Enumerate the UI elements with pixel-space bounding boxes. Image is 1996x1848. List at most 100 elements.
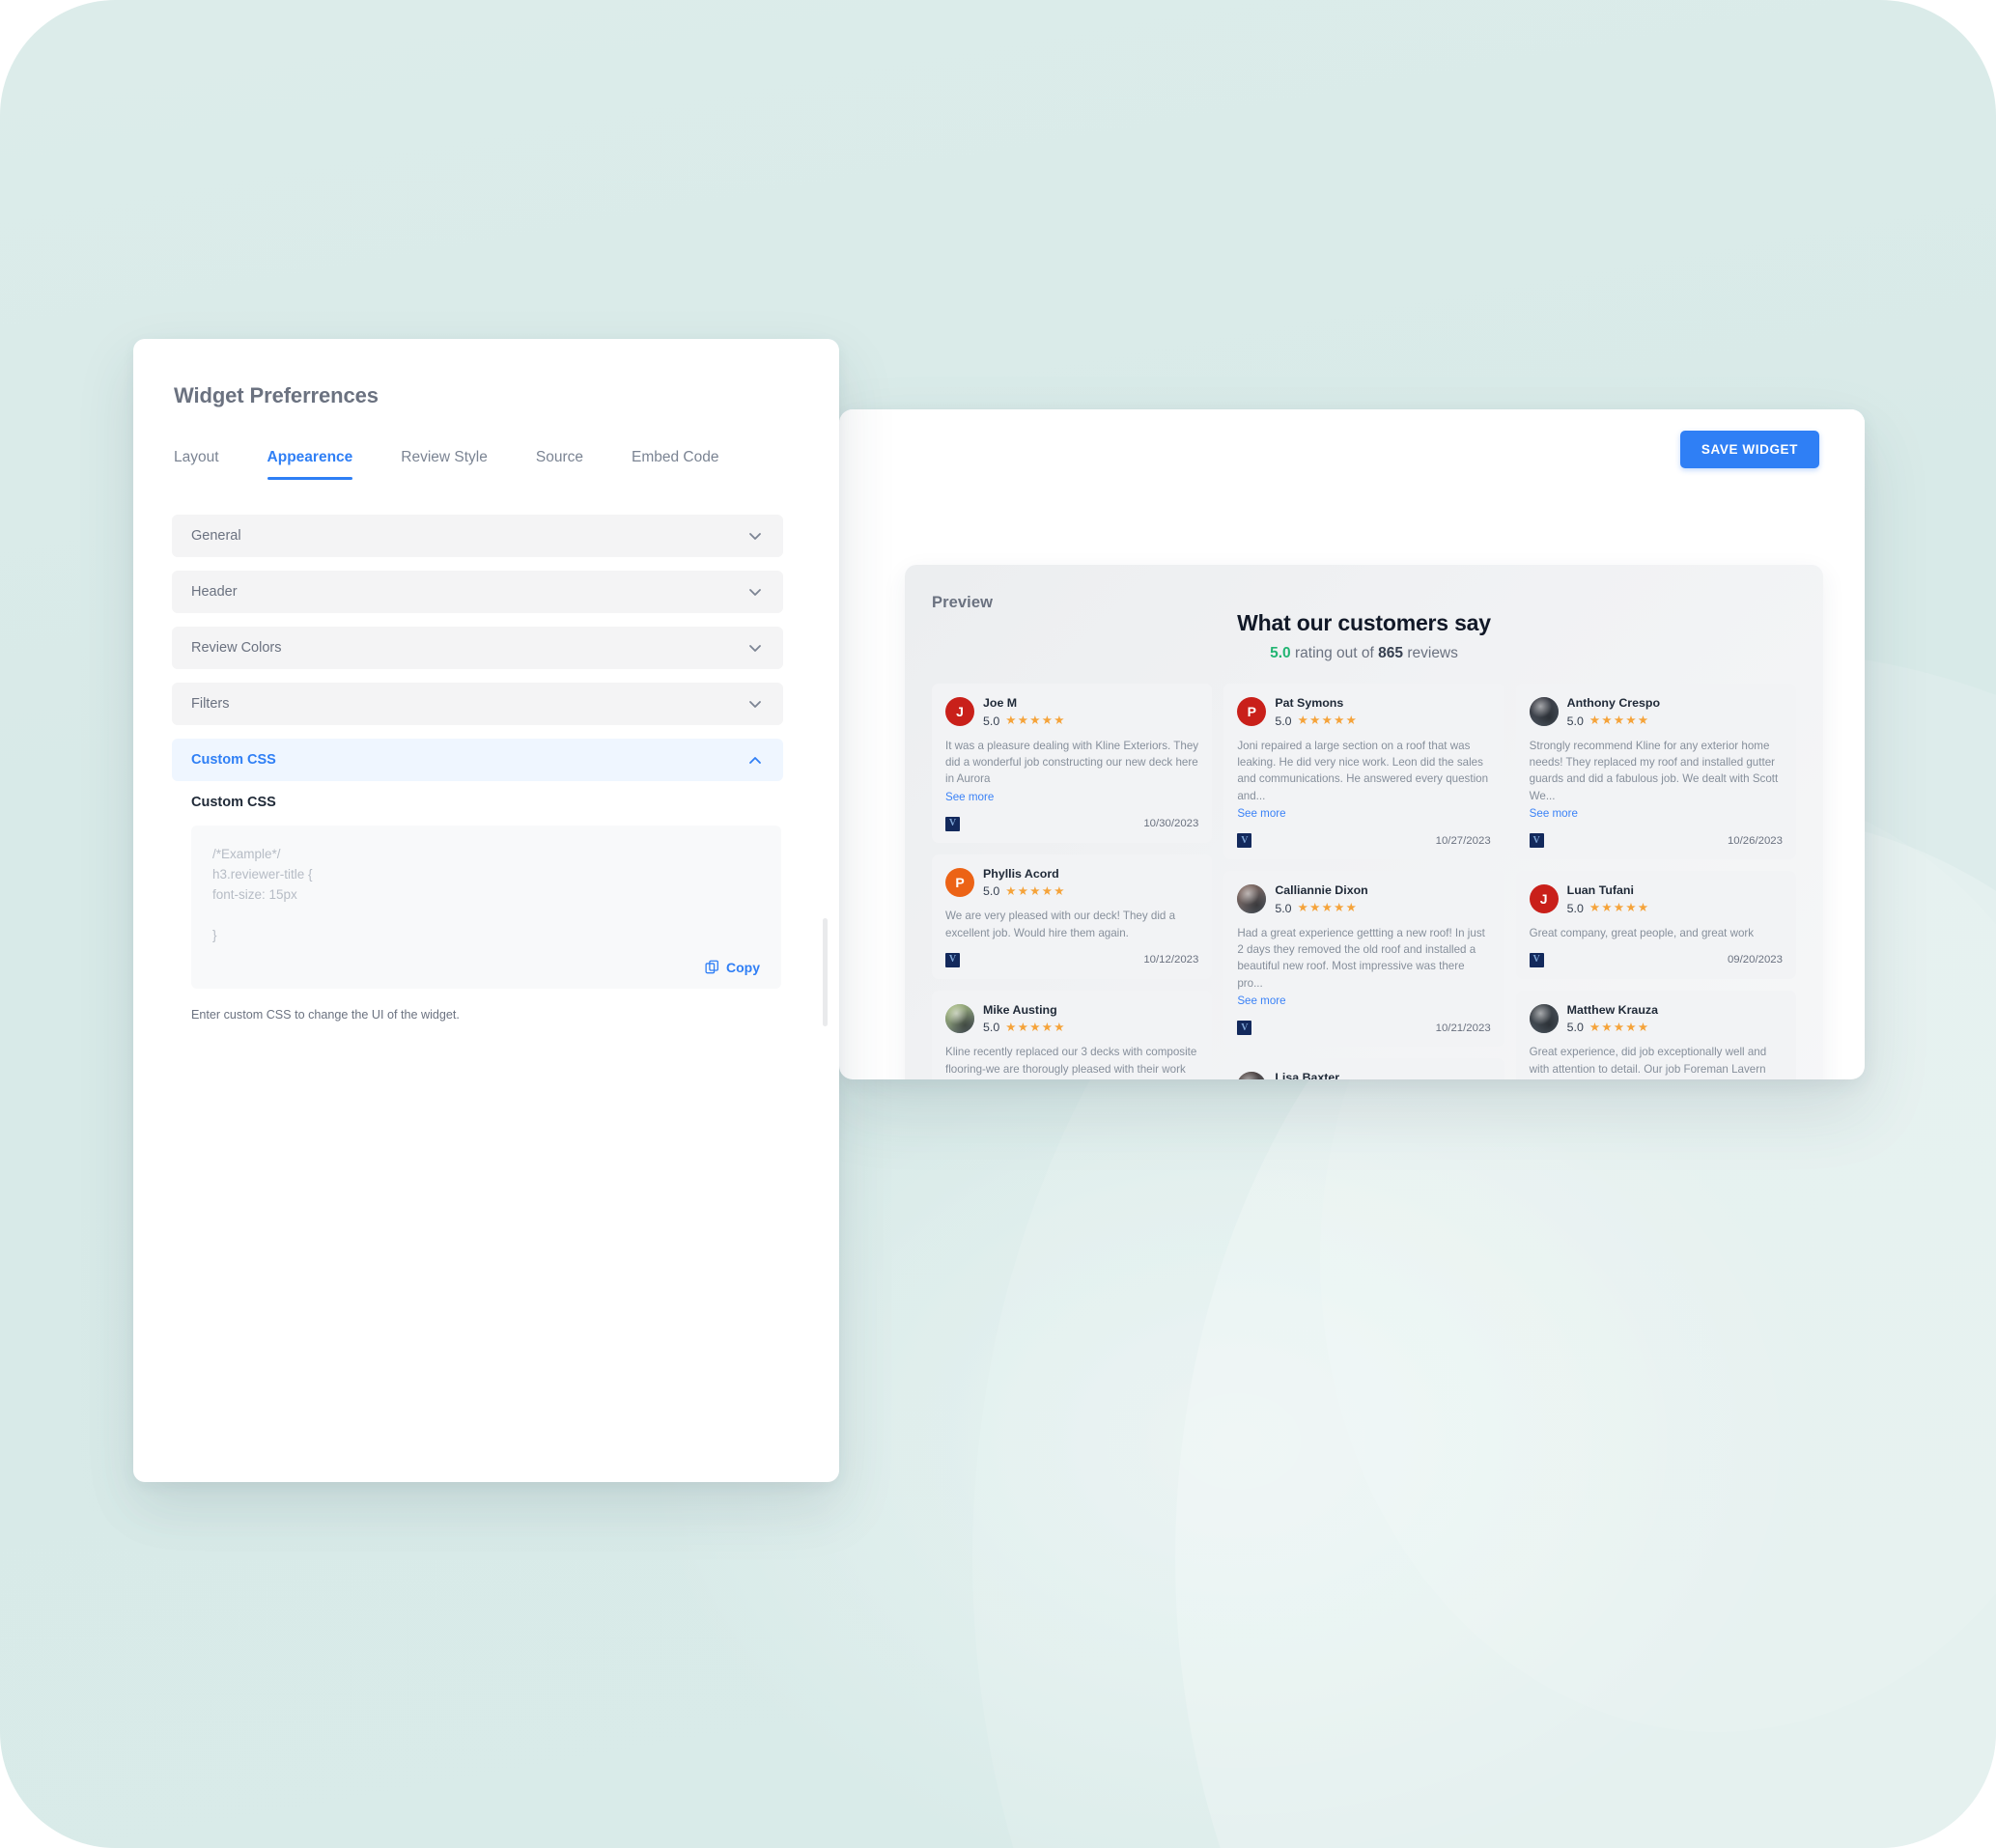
section-review-colors[interactable]: Review Colors: [172, 627, 783, 669]
section-label: Filters: [191, 696, 230, 712]
app-toolbar: SAVE WIDGET: [839, 409, 1865, 489]
section-label: Header: [191, 584, 238, 600]
star-rating-icon: ★★★★★: [1588, 1021, 1650, 1035]
avatar: P: [945, 867, 974, 897]
avatar: [945, 1004, 974, 1034]
copy-button[interactable]: Copy: [212, 960, 760, 975]
reviewer-name: Luan Tufani: [1566, 883, 1634, 898]
review-rating: 5.0 ★★★★★: [983, 714, 1066, 728]
section-custom-css[interactable]: Custom CSS: [172, 739, 783, 781]
review-card: Anthony Crespo 5.0 ★★★★★ Strongly recommend…: [1515, 684, 1796, 860]
review-card-footer: V 10/26/2023: [1529, 833, 1783, 849]
avatar-photo: [945, 1004, 974, 1034]
star-rating-icon: ★★★★★: [1005, 883, 1066, 898]
review-rating: 5.0 ★★★★★: [1567, 714, 1660, 728]
reviewer-identity: Lisa Baxter5.0★★★★★: [1275, 1071, 1358, 1079]
review-card-header: Matthew Krauza 5.0 ★★★★★: [1529, 1003, 1783, 1035]
section-filters[interactable]: Filters: [172, 683, 783, 725]
tab-embed-code[interactable]: Embed Code: [632, 449, 718, 480]
avatar-photo: [1529, 697, 1559, 727]
custom-css-placeholder: /*Example*/ h3.reviewer-title { font-siz…: [212, 847, 313, 942]
review-rating: 5.0 ★★★★★: [1567, 902, 1650, 915]
copy-icon: [705, 960, 718, 974]
review-text: Joni repaired a large section on a roof …: [1237, 739, 1489, 802]
reviewer-name: Calliannie Dixon: [1275, 883, 1368, 898]
review-date: 10/12/2023: [1143, 954, 1199, 966]
avatar: [1529, 697, 1559, 727]
reviewer-name: Mike Austing: [983, 1002, 1057, 1017]
see-more-link[interactable]: See more: [945, 791, 994, 803]
review-card-header: Lisa Baxter5.0★★★★★: [1237, 1071, 1490, 1079]
save-widget-button[interactable]: SAVE WIDGET: [1679, 431, 1819, 468]
tab-layout[interactable]: Layout: [174, 449, 219, 480]
tab-review-style[interactable]: Review Style: [401, 449, 488, 480]
star-rating-icon: ★★★★★: [1297, 714, 1359, 728]
review-card: Mike Austing 5.0 ★★★★★ Kline recently repla…: [932, 990, 1213, 1079]
reviewer-identity: Mike Austing 5.0 ★★★★★: [983, 1003, 1066, 1035]
review-text: We are very pleased with our deck! They …: [945, 910, 1176, 939]
review-rating: 5.0 ★★★★★: [983, 884, 1066, 898]
avatar: J: [1529, 884, 1559, 914]
screenshot-canvas: SAVE WIDGET Preview What our customers s…: [0, 0, 1996, 1848]
chevron-down-icon: [749, 701, 761, 708]
page-title: Widget Preferrences: [174, 383, 379, 407]
review-card-header: J Luan Tufani 5.0 ★★★★★: [1529, 883, 1783, 915]
review-grid: J Joe M 5.0 ★★★★★ It was a pleasure dealing …: [932, 684, 1796, 1079]
avatar-initial: J: [1539, 891, 1548, 908]
avatar: [1237, 1072, 1267, 1079]
review-text: It was a pleasure dealing with Kline Ext…: [945, 739, 1199, 786]
reviewer-name: Pat Symons: [1275, 696, 1344, 710]
avatar: P: [1237, 697, 1267, 727]
section-header[interactable]: Header: [172, 571, 783, 613]
section-general[interactable]: General: [172, 515, 783, 557]
review-text: Kline recently replaced our 3 decks with…: [945, 1046, 1197, 1076]
review-card-footer: V 10/27/2023: [1237, 833, 1491, 849]
review-column: Anthony Crespo 5.0 ★★★★★ Strongly recommend…: [1515, 684, 1796, 1079]
reviewer-identity: Luan Tufani 5.0 ★★★★★: [1567, 883, 1650, 915]
star-rating-icon: ★★★★★: [1005, 1021, 1066, 1035]
custom-css-input[interactable]: /*Example*/ h3.reviewer-title { font-siz…: [191, 826, 781, 989]
see-more-link[interactable]: See more: [1237, 807, 1285, 820]
chevron-down-icon: [749, 533, 761, 540]
custom-css-section: Custom CSS /*Example*/ h3.reviewer-title…: [172, 795, 783, 1022]
review-text: Had a great experience gettting a new ro…: [1237, 926, 1485, 990]
review-source-icon: V: [1529, 952, 1544, 967]
see-more-link[interactable]: See more: [1237, 994, 1285, 1007]
review-text: Great experience, did job exceptionally …: [1529, 1046, 1767, 1076]
preferences-scrollbar[interactable]: [823, 918, 828, 1026]
review-date: 09/20/2023: [1727, 954, 1783, 966]
app-window: SAVE WIDGET Preview What our customers s…: [839, 409, 1865, 1079]
star-rating-icon: ★★★★★: [1005, 714, 1066, 728]
custom-css-field-label: Custom CSS: [191, 795, 276, 810]
review-score: 5.0: [1566, 901, 1584, 915]
review-card-footer: V 10/21/2023: [1237, 1021, 1491, 1036]
review-card: J Joe M 5.0 ★★★★★ It was a pleasure dealing …: [932, 684, 1213, 843]
see-more-link[interactable]: See more: [1530, 807, 1578, 820]
widget-rating-value: 5.0: [1270, 645, 1291, 661]
widget-preferences-panel: Widget Preferrences Layout Appearence Revi…: [133, 339, 839, 1482]
tab-label: Review Style: [401, 449, 488, 465]
reviewer-name: Phyllis Acord: [983, 866, 1059, 881]
preferences-sections: General Header Review Colors Filters Custom …: [172, 515, 783, 781]
reviewer-identity: Anthony Crespo 5.0 ★★★★★: [1567, 696, 1660, 728]
section-label: Custom CSS: [191, 752, 276, 768]
avatar-initial: J: [956, 704, 964, 720]
tab-appearence[interactable]: Appearence: [267, 449, 352, 480]
avatar-photo: [1237, 1072, 1267, 1079]
review-card: Matthew Krauza 5.0 ★★★★★ Great experience, …: [1515, 990, 1796, 1079]
review-score: 5.0: [983, 1021, 1000, 1035]
tab-label: Source: [535, 449, 583, 465]
tab-source[interactable]: Source: [536, 449, 583, 480]
reviewer-identity: Joe M 5.0 ★★★★★: [983, 696, 1066, 728]
review-card-header: P Phyllis Acord 5.0 ★★★★★: [945, 866, 1198, 898]
review-score: 5.0: [1275, 714, 1292, 728]
review-column: J Joe M 5.0 ★★★★★ It was a pleasure dealing …: [932, 684, 1213, 1079]
review-card-header: Anthony Crespo 5.0 ★★★★★: [1529, 696, 1783, 728]
widget-rating-text-middle: rating out of: [1290, 645, 1379, 661]
review-source-icon: V: [1237, 1021, 1252, 1036]
review-text: Great company, great people, and great w…: [1529, 926, 1755, 939]
section-label: Review Colors: [191, 640, 282, 656]
star-rating-icon: ★★★★★: [1588, 901, 1650, 915]
review-card-footer: V 10/12/2023: [945, 952, 1199, 967]
star-rating-icon: ★★★★★: [1588, 714, 1650, 728]
